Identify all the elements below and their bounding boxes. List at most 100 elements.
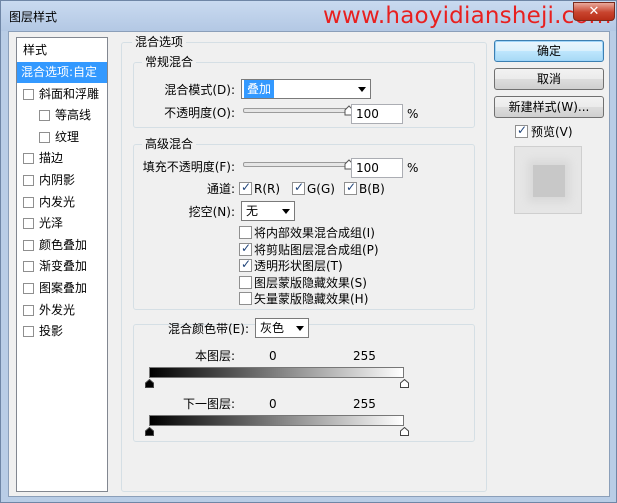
blending-options-title: 混合选项 xyxy=(132,35,187,49)
style-list-item[interactable]: 混合选项:自定 xyxy=(17,62,107,83)
style-list-checkbox[interactable] xyxy=(23,261,34,273)
this-layer-max: 255 xyxy=(353,349,376,363)
blend-if-value: 灰色 xyxy=(260,321,285,335)
style-list-item-label: 颜色叠加 xyxy=(39,237,88,252)
style-list-item[interactable]: 外发光 xyxy=(17,300,107,321)
underlying-layer-gradient xyxy=(149,415,404,426)
style-list-item[interactable]: 斜面和浮雕 xyxy=(17,84,107,105)
channels-label: 通道: xyxy=(206,182,235,196)
new-style-button[interactable]: 新建样式(W)... xyxy=(494,96,604,118)
underlying-layer-white-slider[interactable] xyxy=(400,427,409,436)
opacity-label: 不透明度(O): xyxy=(164,106,235,120)
fill-opacity-percent: % xyxy=(407,161,419,175)
underlying-layer-min: 0 xyxy=(269,397,277,411)
advanced-option-label: 图层蒙版隐藏效果(S) xyxy=(254,275,367,290)
chevron-down-icon xyxy=(358,87,366,92)
style-list-item[interactable]: 等高线 xyxy=(17,105,107,126)
blend-mode-value: 叠加 xyxy=(244,80,275,98)
style-list-checkbox[interactable] xyxy=(23,304,34,316)
blend-mode-select[interactable]: 叠加 xyxy=(241,79,371,99)
ok-button[interactable]: 确定 xyxy=(494,40,604,62)
advanced-blending-title: 高级混合 xyxy=(142,137,197,151)
underlying-layer-black-slider[interactable] xyxy=(145,427,154,436)
style-list-checkbox[interactable] xyxy=(23,153,34,165)
advanced-option-checkbox[interactable] xyxy=(239,241,252,256)
opacity-slider[interactable] xyxy=(243,108,349,113)
underlying-layer-max: 255 xyxy=(353,397,376,411)
dialog-body: 样式 混合选项:自定斜面和浮雕等高线纹理描边内阴影内发光光泽颜色叠加渐变叠加图案… xyxy=(8,31,610,497)
style-list-item-label: 描边 xyxy=(39,151,64,166)
style-list-item[interactable]: 内阴影 xyxy=(17,170,107,191)
fill-opacity-input[interactable]: 100 xyxy=(351,158,403,178)
style-list-item[interactable]: 描边 xyxy=(17,148,107,169)
this-layer-white-slider[interactable] xyxy=(400,379,409,388)
advanced-option-label: 将内部效果混合成组(I) xyxy=(254,226,375,240)
knockout-label: 挖空(N): xyxy=(188,205,235,219)
channel-g-label: G(G) xyxy=(307,182,335,196)
style-list-checkbox[interactable] xyxy=(23,196,34,208)
fill-opacity-label: 填充不透明度(F): xyxy=(142,160,235,174)
style-list-item[interactable]: 内发光 xyxy=(17,192,107,213)
style-list-item-label: 内阴影 xyxy=(39,173,76,187)
style-list-header[interactable]: 样式 xyxy=(17,40,107,60)
channel-g-checkbox[interactable] xyxy=(292,180,305,195)
underlying-layer-label: 下一图层: xyxy=(182,397,235,411)
style-list-item-label: 光泽 xyxy=(39,216,64,231)
style-list-item-label: 图案叠加 xyxy=(39,281,88,295)
style-list-checkbox[interactable] xyxy=(23,88,34,100)
style-list-item-label: 渐变叠加 xyxy=(39,259,88,274)
cancel-button[interactable]: 取消 xyxy=(494,68,604,90)
opacity-input[interactable]: 100 xyxy=(351,104,403,124)
style-list-checkbox[interactable] xyxy=(23,218,34,230)
window-title: 图层样式 xyxy=(9,10,58,24)
advanced-option-checkbox[interactable] xyxy=(239,275,252,289)
close-icon: ✕ xyxy=(588,4,600,19)
close-button[interactable]: ✕ xyxy=(573,2,615,21)
preview-label: 预览(V) xyxy=(531,125,573,139)
style-list-item[interactable]: 图案叠加 xyxy=(17,278,107,299)
channel-b-label: B(B) xyxy=(359,182,385,196)
style-list-item-label: 斜面和浮雕 xyxy=(39,86,100,101)
style-list-item-label: 投影 xyxy=(39,324,64,339)
title-bar[interactable]: 图层样式 www.haoyidiansheji.com ✕ xyxy=(1,1,616,31)
fill-opacity-slider[interactable] xyxy=(243,162,349,167)
advanced-option-label: 矢量蒙版隐藏效果(H) xyxy=(254,292,369,307)
this-layer-gradient xyxy=(149,367,404,378)
blend-if-select[interactable]: 灰色 xyxy=(255,318,309,338)
style-list-item-label: 等高线 xyxy=(55,108,92,123)
preview-checkbox[interactable] xyxy=(515,123,528,138)
style-list-checkbox[interactable] xyxy=(23,239,34,251)
style-list-checkbox[interactable] xyxy=(23,283,34,294)
advanced-option-label: 将剪贴图层混合成组(P) xyxy=(254,242,379,257)
advanced-option-label: 透明形状图层(T) xyxy=(254,259,343,274)
style-list-item[interactable]: 光泽 xyxy=(17,213,107,234)
blend-if-label: 混合颜色带(E): xyxy=(168,322,249,336)
style-list-item-label: 纹理 xyxy=(55,129,80,144)
style-list-item[interactable]: 渐变叠加 xyxy=(17,256,107,277)
style-list-item[interactable]: 颜色叠加 xyxy=(17,235,107,256)
style-list-checkbox[interactable] xyxy=(23,326,34,338)
blend-mode-label: 混合模式(D): xyxy=(164,83,235,97)
channel-r-checkbox[interactable] xyxy=(239,180,252,195)
knockout-select[interactable]: 无 xyxy=(241,201,295,221)
style-list-checkbox[interactable] xyxy=(39,131,50,143)
channel-r-label: R(R) xyxy=(254,182,281,196)
style-list-item[interactable]: 纹理 xyxy=(17,127,107,148)
style-list: 样式 混合选项:自定斜面和浮雕等高线纹理描边内阴影内发光光泽颜色叠加渐变叠加图案… xyxy=(16,37,108,492)
channel-b-checkbox[interactable] xyxy=(344,180,357,195)
layer-style-dialog: 图层样式 www.haoyidiansheji.com ✕ 样式 混合选项:自定… xyxy=(0,0,617,503)
this-layer-min: 0 xyxy=(269,349,277,363)
chevron-down-icon xyxy=(296,326,304,331)
style-list-item-label: 混合选项:自定 xyxy=(21,65,98,79)
advanced-option-checkbox[interactable] xyxy=(239,226,252,239)
advanced-option-checkbox[interactable] xyxy=(239,257,252,273)
watermark: www.haoyidiansheji.com xyxy=(323,3,612,29)
chevron-down-icon xyxy=(282,209,290,214)
style-list-checkbox[interactable] xyxy=(39,110,50,122)
style-list-item[interactable]: 投影 xyxy=(17,321,107,342)
style-list-checkbox[interactable] xyxy=(23,175,34,186)
this-layer-black-slider[interactable] xyxy=(145,379,154,388)
style-list-item-label: 内发光 xyxy=(39,194,76,209)
advanced-option-checkbox[interactable] xyxy=(239,292,252,306)
style-list-item-label: 外发光 xyxy=(39,302,76,317)
